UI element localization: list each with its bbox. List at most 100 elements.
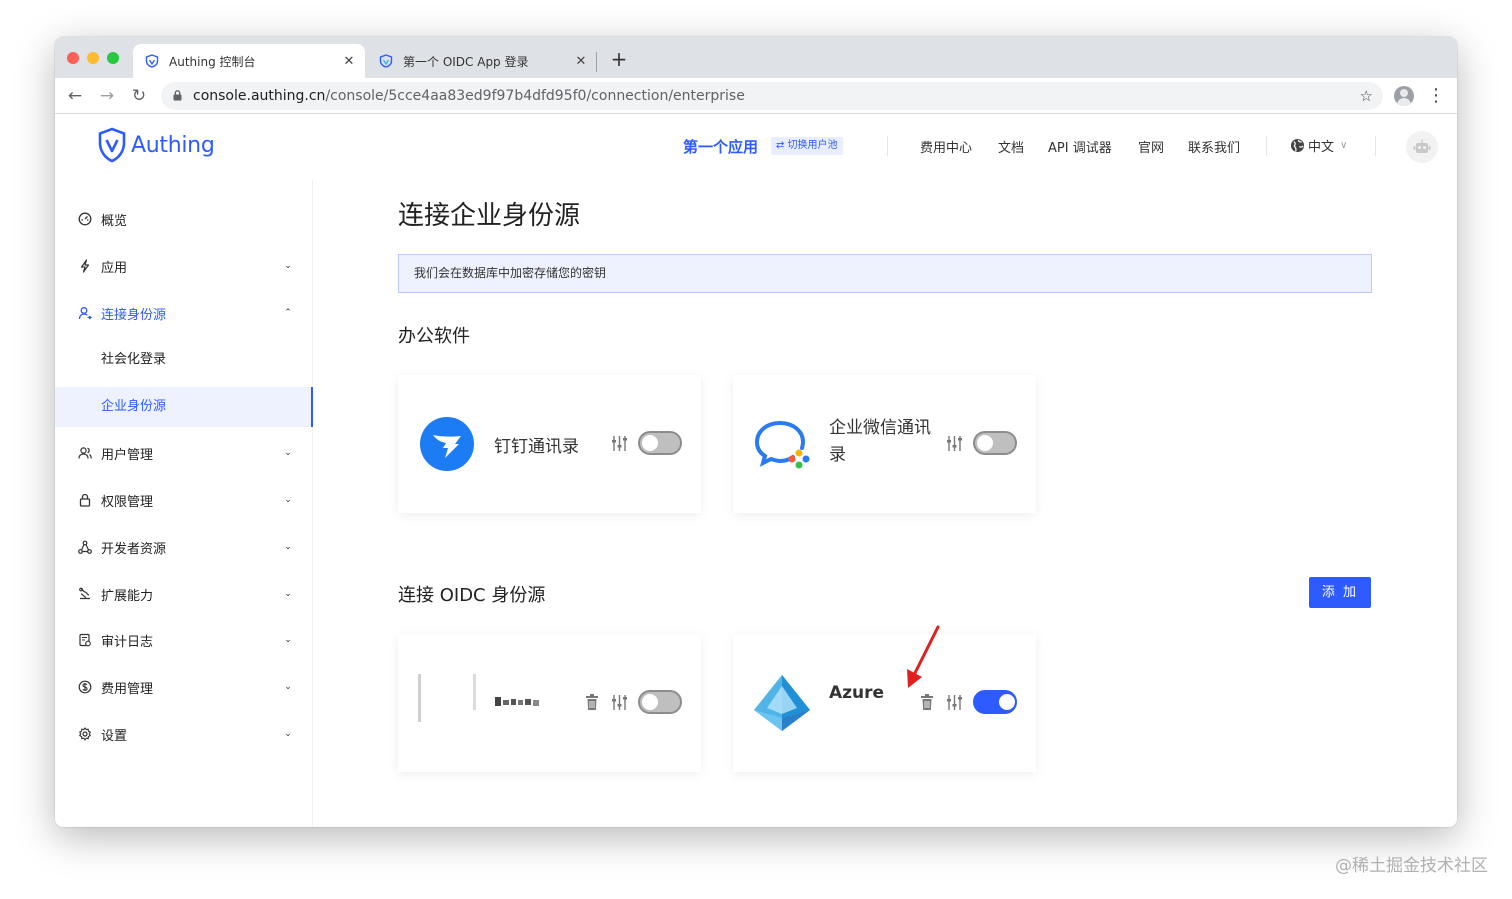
minimize-window-button[interactable] [87, 52, 99, 64]
switch-user-pool-button[interactable]: ⇄ 切换用户池 [771, 137, 843, 155]
browser-tab-oidc-login[interactable]: 第一个 OIDC App 登录 ✕ [367, 44, 597, 78]
sidebar-item-label: 权限管理 [101, 494, 154, 510]
close-window-button[interactable] [67, 52, 79, 64]
reload-button[interactable]: ↻ [127, 84, 151, 108]
sidebar-subitem-enterprise-idp[interactable]: 企业身份源 [55, 387, 313, 427]
chevron-down-icon: ⌄ [284, 589, 292, 599]
chevron-down-icon: ⌄ [284, 542, 292, 552]
trash-icon[interactable] [585, 694, 599, 711]
address-bar[interactable]: console.authing.cn/console/5cce4aa83ed9f… [161, 82, 1383, 110]
authing-logo[interactable]: Authing [97, 127, 215, 163]
sidebar-item-permissions[interactable]: 权限管理 ⌄ [55, 480, 313, 520]
sliders-icon[interactable] [611, 435, 628, 452]
sidebar-item-overview[interactable]: 概览 [55, 199, 313, 239]
new-tab-button[interactable]: + [607, 47, 631, 71]
gear-icon [79, 727, 91, 741]
sidebar-item-developer-resources[interactable]: 开发者资源 ⌄ [55, 527, 313, 567]
chevron-down-icon: ⌄ [284, 261, 292, 271]
idp-name: 企业微信通讯录 [829, 418, 931, 465]
chevron-down-icon: ⌄ [284, 682, 292, 692]
sidebar-item-label: 应用 [101, 260, 128, 276]
sidebar-item-label: 连接身份源 [101, 307, 167, 323]
nav-official-site[interactable]: 官网 [1138, 137, 1164, 156]
language-label: 中文 [1308, 140, 1335, 155]
main-content: 连接企业身份源 我们会在数据库中加密存储您的密钥 办公软件 钉钉通讯录 企业微信… [313, 180, 1457, 827]
sidebar-item-label: 设置 [101, 728, 128, 744]
sidebar: 概览 应用 ⌄ 连接身份源 ⌃ 社会化登录 企业身份源 用户管理 ⌄ 权限管理 … [55, 180, 313, 827]
chevron-up-icon: ⌃ [284, 308, 292, 318]
sidebar-item-billing[interactable]: 费用管理 ⌄ [55, 667, 313, 707]
bookmark-star-icon[interactable]: ☆ [1360, 82, 1373, 110]
idp-card-dingtalk: 钉钉通讯录 [398, 375, 701, 513]
log-icon [79, 633, 91, 647]
idp-name: Azure [829, 683, 885, 703]
current-app-name[interactable]: 第一个应用 [683, 136, 758, 157]
enable-toggle[interactable] [638, 690, 682, 714]
sidebar-item-label: 开发者资源 [101, 541, 167, 557]
lightning-icon [80, 259, 90, 273]
language-selector[interactable]: 中文 ∨ [1290, 136, 1347, 155]
header-divider [887, 136, 888, 156]
sliders-icon[interactable] [946, 694, 963, 711]
enable-toggle[interactable] [638, 431, 682, 455]
enable-toggle[interactable] [973, 690, 1017, 714]
maximize-window-button[interactable] [107, 52, 119, 64]
page-title: 连接企业身份源 [398, 201, 581, 231]
nav-docs[interactable]: 文档 [998, 137, 1024, 156]
sliders-icon[interactable] [946, 435, 963, 452]
close-tab-icon[interactable]: ✕ [571, 54, 591, 69]
wecom-logo-icon [754, 421, 810, 469]
sidebar-item-applications[interactable]: 应用 ⌄ [55, 246, 313, 286]
nav-contact-us[interactable]: 联系我们 [1188, 137, 1240, 156]
sidebar-item-label: 扩展能力 [101, 588, 154, 604]
browser-window: Authing 控制台 ✕ 第一个 OIDC App 登录 ✕ + ← → ↻ … [55, 37, 1457, 827]
enable-toggle[interactable] [973, 431, 1017, 455]
sliders-icon[interactable] [611, 694, 628, 711]
sidebar-item-label: 用户管理 [101, 447, 154, 463]
user-avatar[interactable] [1406, 131, 1438, 163]
sidebar-item-audit-logs[interactable]: 审计日志 ⌄ [55, 620, 313, 660]
logo-text: Authing [131, 132, 215, 158]
chevron-down-icon: ⌄ [284, 635, 292, 645]
user-link-icon [78, 307, 92, 320]
sidebar-item-user-management[interactable]: 用户管理 ⌄ [55, 433, 313, 473]
browser-toolbar: ← → ↻ console.authing.cn/console/5cce4aa… [55, 78, 1457, 114]
nodes-icon [78, 540, 92, 554]
browser-tab-authing-console[interactable]: Authing 控制台 ✕ [133, 44, 365, 78]
dollar-icon [78, 680, 92, 694]
sidebar-item-extensions[interactable]: 扩展能力 ⌄ [55, 574, 313, 614]
idp-card-azure: Azure [733, 634, 1036, 772]
browser-menu-icon[interactable]: ⋮ [1427, 84, 1445, 108]
trash-icon[interactable] [920, 694, 934, 711]
users-icon [78, 447, 92, 459]
robot-icon [1413, 139, 1431, 153]
authing-shield-icon [379, 54, 393, 68]
extension-icon [79, 587, 90, 600]
watermark: @稀土掘金技术社区 [1335, 856, 1488, 876]
forward-button[interactable]: → [95, 84, 119, 108]
profile-avatar-icon[interactable] [1394, 86, 1414, 106]
chevron-down-icon: ⌄ [284, 495, 292, 505]
chevron-down-icon: ⌄ [284, 729, 292, 739]
chevron-down-icon: ∨ [1340, 140, 1348, 151]
sidebar-subitem-social-login[interactable]: 社会化登录 [55, 340, 313, 380]
url-host: console.authing.cn [193, 88, 326, 104]
back-button[interactable]: ← [63, 84, 87, 108]
globe-icon [1290, 138, 1305, 153]
nav-billing-center[interactable]: 费用中心 [920, 137, 972, 156]
nav-api-explorer[interactable]: API 调试器 [1048, 137, 1112, 156]
close-tab-icon[interactable]: ✕ [339, 54, 359, 69]
app-header: Authing 第一个应用 ⇄ 切换用户池 费用中心 文档 API 调试器 官网… [55, 114, 1457, 180]
sidebar-item-label: 审计日志 [101, 634, 154, 650]
authing-logo-icon [98, 127, 126, 163]
azure-logo-icon [754, 675, 810, 731]
add-oidc-button[interactable]: 添 加 [1309, 577, 1371, 608]
idp-name: 钉钉通讯录 [494, 437, 579, 457]
tab-title: 第一个 OIDC App 登录 [403, 54, 529, 69]
sidebar-item-settings[interactable]: 设置 ⌄ [55, 714, 313, 754]
section-title-office: 办公软件 [398, 326, 470, 347]
redacted-logo-icon [418, 674, 476, 722]
sidebar-item-connections[interactable]: 连接身份源 ⌃ [55, 293, 313, 333]
tab-divider [596, 52, 597, 72]
dashboard-icon [78, 212, 92, 226]
